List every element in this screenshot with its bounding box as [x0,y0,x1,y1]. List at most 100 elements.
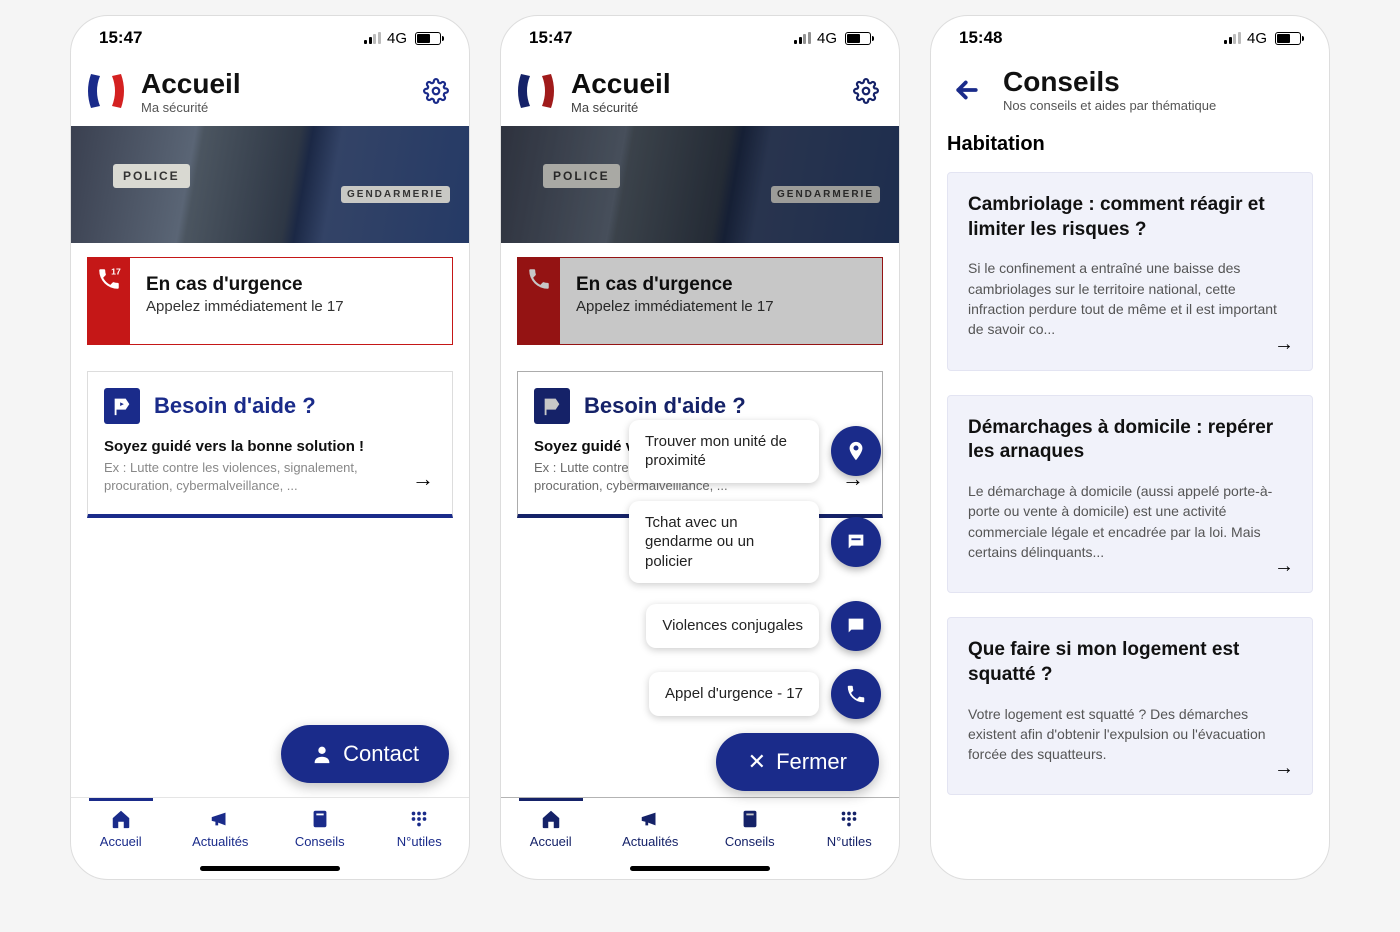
nav-actualites[interactable]: Actualités [601,808,701,849]
close-label: Fermer [776,749,847,775]
emergency-subtitle: Appelez immédiatement le 17 [576,298,866,315]
contact-label: Contact [343,741,419,767]
page-title: Accueil [571,68,841,100]
status-right: 4G [1224,30,1301,47]
hero-police-badge: POLICE [543,164,620,188]
screen-accueil: 15:47 4G Accueil Ma sécurité POLICE GEND… [70,15,470,880]
arrow-sign-icon [534,388,570,424]
battery-icon [1275,32,1301,45]
nav-label: Accueil [100,834,142,849]
home-icon [110,808,132,830]
nav-label: N°utiles [397,834,442,849]
dialpad-icon [838,808,860,830]
fab-label: Appel d'urgence - 17 [649,672,819,716]
settings-button[interactable] [421,76,451,106]
advice-title: Démarchages à domicile : repérer les arn… [968,416,1292,465]
back-button[interactable] [947,70,987,110]
home-icon [540,808,562,830]
nav-conseils[interactable]: Conseils [270,808,370,849]
help-example: Ex : Lutte contre les violences, signale… [104,459,363,494]
settings-button[interactable] [851,76,881,106]
svg-text:17: 17 [111,267,121,277]
advice-card-demarchages[interactable]: Démarchages à domicile : repérer les arn… [947,395,1313,594]
app-logo-icon [511,66,561,116]
nav-nutiles[interactable]: N°utiles [370,808,470,849]
app-logo-icon [81,66,131,116]
nav-nutiles[interactable]: N°utiles [800,808,900,849]
fab-label: Tchat avec un gendarme ou un policier [629,501,819,584]
nav-accueil[interactable]: Accueil [501,808,601,849]
content-area: 17 En cas d'urgence Appelez immédiatemen… [71,243,469,797]
help-title: Besoin d'aide ? [154,393,316,419]
emergency-card[interactable]: 17 En cas d'urgence Appelez immédiatemen… [87,257,453,345]
page-subtitle: Ma sécurité [571,100,841,115]
fab-menu: Trouver mon unité de proximité Tchat ave… [629,420,881,720]
fab-item-proximity[interactable]: Trouver mon unité de proximité [629,420,881,483]
chat-icon [831,601,881,651]
hero-image: POLICE GENDARMERIE [71,126,469,243]
status-bar: 15:48 4G [931,16,1329,60]
help-lead: Soyez guidé vers la bonne solution ! [104,438,436,455]
nav-label: Conseils [725,834,775,849]
contact-fab[interactable]: Contact [281,725,449,783]
page-subtitle: Nos conseils et aides par thématique [1003,98,1311,113]
nav-label: Conseils [295,834,345,849]
home-indicator [200,866,340,871]
advice-card-squat[interactable]: Que faire si mon logement est squatté ? … [947,617,1313,795]
arrow-right-icon: → [1274,333,1294,356]
battery-icon [415,32,441,45]
dialpad-icon [408,808,430,830]
emergency-title: En cas d'urgence [576,274,866,296]
page-title: Accueil [141,68,411,100]
pin-icon [831,426,881,476]
content-area: Habitation Cambriolage : comment réagir … [931,123,1329,879]
help-card[interactable]: Besoin d'aide ? Soyez guidé vers la bonn… [87,371,453,518]
home-indicator [630,866,770,871]
advice-desc: Si le confinement a entraîné une baisse … [968,258,1292,339]
fab-label: Trouver mon unité de proximité [629,420,819,483]
emergency-phone-icon: 17 [88,258,130,344]
arrow-right-icon: → [412,466,434,492]
nav-label: N°utiles [827,834,872,849]
arrow-sign-icon [104,388,140,424]
status-right: 4G [794,30,871,47]
book-icon [309,808,331,830]
status-time: 15:47 [529,28,572,48]
page-subtitle: Ma sécurité [141,100,411,115]
hero-police-badge: POLICE [113,164,190,188]
advice-desc: Le démarchage à domicile (aussi appelé p… [968,481,1292,562]
megaphone-icon [209,808,231,830]
network-label: 4G [387,30,407,47]
nav-label: Accueil [530,834,572,849]
section-title: Habitation [947,133,1313,156]
fab-label: Violences conjugales [646,604,819,648]
book-icon [739,808,761,830]
hero-image: POLICE GENDARMERIE [501,126,899,243]
emergency-phone-icon [518,258,560,344]
hero-gendarmerie-badge: GENDARMERIE [771,186,880,203]
nav-accueil[interactable]: Accueil [71,808,171,849]
signal-icon [794,32,811,44]
close-icon: ✕ [748,749,766,775]
advice-title: Que faire si mon logement est squatté ? [968,638,1292,687]
status-bar: 15:47 4G [501,16,899,60]
signal-icon [364,32,381,44]
arrow-right-icon: → [1274,757,1294,780]
network-label: 4G [1247,30,1267,47]
nav-conseils[interactable]: Conseils [700,808,800,849]
fab-item-violences[interactable]: Violences conjugales [646,601,881,651]
fab-item-tchat[interactable]: Tchat avec un gendarme ou un policier [629,501,881,584]
advice-desc: Votre logement est squatté ? Des démarch… [968,704,1292,765]
screen-conseils: 15:48 4G Conseils Nos conseils et aides … [930,15,1330,880]
bottom-nav: Accueil Actualités Conseils N°utiles [71,797,469,879]
emergency-card[interactable]: En cas d'urgence Appelez immédiatement l… [517,257,883,345]
advice-title: Cambriolage : comment réagir et limiter … [968,193,1292,242]
fab-item-appel-urgence[interactable]: Appel d'urgence - 17 [649,669,881,719]
status-bar: 15:47 4G [71,16,469,60]
close-fab-button[interactable]: ✕ Fermer [716,733,879,791]
advice-card-cambriolage[interactable]: Cambriolage : comment réagir et limiter … [947,172,1313,371]
app-header: Conseils Nos conseils et aides par théma… [931,60,1329,123]
arrow-right-icon: → [1274,555,1294,578]
nav-actualites[interactable]: Actualités [171,808,271,849]
hero-gendarmerie-badge: GENDARMERIE [341,186,450,203]
